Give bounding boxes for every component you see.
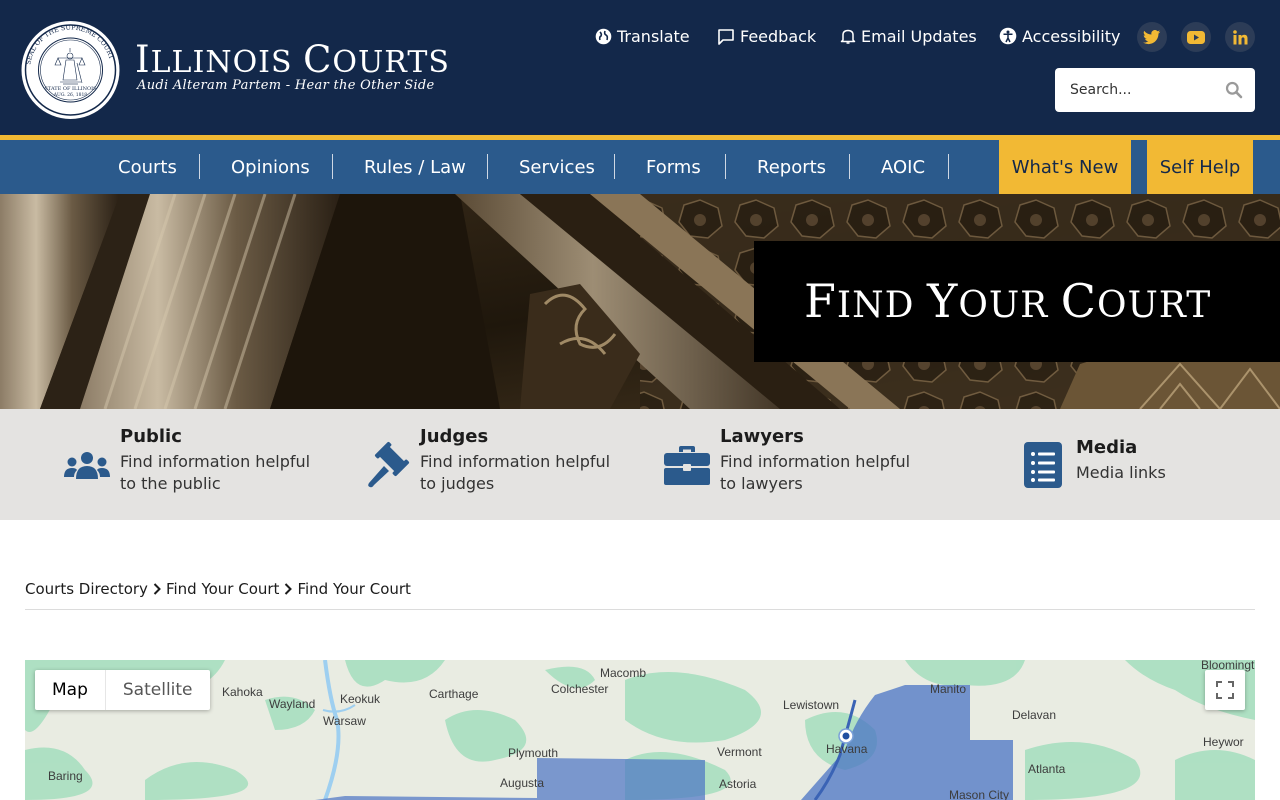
supreme-court-seal-logo[interactable]: SEAL OF THE SUPREME COURT STATE OF ILLIN… bbox=[20, 18, 121, 122]
fullscreen-button[interactable] bbox=[1205, 670, 1245, 710]
nav-courts[interactable]: Courts bbox=[118, 140, 177, 194]
nav-services[interactable]: Services bbox=[519, 140, 595, 194]
translate-label: Translate bbox=[617, 26, 690, 46]
feedback-link[interactable]: Feedback bbox=[717, 25, 816, 47]
map-type-control: Map Satellite bbox=[35, 670, 210, 710]
site-header: SEAL OF THE SUPREME COURT STATE OF ILLIN… bbox=[0, 0, 1280, 135]
audience-title: Judges bbox=[420, 426, 489, 447]
nav-aoic[interactable]: AOIC bbox=[881, 140, 925, 194]
list-icon bbox=[1024, 442, 1062, 488]
map-town-label: Wayland bbox=[269, 697, 316, 711]
satellite-view-button[interactable]: Satellite bbox=[106, 670, 210, 710]
audience-public[interactable]: Public Find information helpful to the p… bbox=[64, 409, 324, 520]
audience-title: Public bbox=[120, 426, 182, 447]
nav-divider bbox=[948, 154, 949, 179]
twitter-icon bbox=[1143, 29, 1161, 44]
map-town-label: Augusta bbox=[500, 776, 545, 790]
chevron-right-icon bbox=[153, 583, 161, 595]
audience-description: Media links bbox=[1076, 463, 1166, 482]
map-town-label: Kahoka bbox=[222, 685, 263, 699]
map-town-label: Astoria bbox=[719, 777, 757, 791]
site-search bbox=[1055, 68, 1255, 112]
map-town-label: Atlanta bbox=[1028, 762, 1066, 776]
map-town-label: Keokuk bbox=[340, 692, 381, 706]
email-updates-link[interactable]: Email Updates bbox=[840, 25, 977, 47]
nav-forms[interactable]: Forms bbox=[646, 140, 701, 194]
svg-text:STATE OF ILLINOIS: STATE OF ILLINOIS bbox=[44, 86, 97, 92]
breadcrumb-current: Find Your Court bbox=[297, 580, 411, 598]
site-tagline: Audi Alteram Partem - Hear the Other Sid… bbox=[137, 78, 435, 93]
comment-icon bbox=[718, 28, 734, 45]
nav-opinions[interactable]: Opinions bbox=[231, 140, 310, 194]
audience-description: to the public bbox=[120, 474, 221, 493]
map-town-label: Baring bbox=[48, 769, 83, 783]
fullscreen-icon bbox=[1216, 681, 1234, 699]
linkedin-link[interactable] bbox=[1225, 22, 1255, 52]
page-title: FIND YOUR COURT bbox=[804, 274, 1212, 328]
accessibility-label: Accessibility bbox=[1022, 26, 1121, 46]
bell-icon bbox=[840, 29, 856, 44]
map-view-button[interactable]: Map bbox=[35, 670, 106, 710]
gavel-icon bbox=[368, 441, 410, 488]
audience-title: Lawyers bbox=[720, 426, 804, 447]
audience-title: Media bbox=[1076, 437, 1138, 458]
feedback-label: Feedback bbox=[740, 26, 817, 46]
audience-description: to lawyers bbox=[720, 474, 803, 493]
audience-description: Find information helpful bbox=[720, 452, 911, 471]
audience-judges[interactable]: Judges Find information helpful to judge… bbox=[364, 409, 624, 520]
map-town-label: Vermont bbox=[717, 745, 762, 759]
search-icon[interactable] bbox=[1225, 81, 1243, 99]
map-town-label: Manito bbox=[930, 682, 967, 696]
nav-divider bbox=[725, 154, 726, 179]
nav-divider bbox=[332, 154, 333, 179]
linkedin-icon bbox=[1232, 29, 1247, 44]
nav-divider bbox=[487, 154, 488, 179]
translate-link[interactable]: Translate bbox=[595, 25, 690, 47]
nav-divider bbox=[849, 154, 850, 179]
map-town-label: Delavan bbox=[1012, 708, 1057, 722]
breadcrumb-courts-directory[interactable]: Courts Directory bbox=[25, 580, 148, 598]
nav-reports[interactable]: Reports bbox=[757, 140, 826, 194]
hero-banner: FIND YOUR COURT bbox=[0, 194, 1280, 409]
youtube-link[interactable] bbox=[1181, 22, 1211, 52]
map-town-label: Colchester bbox=[551, 682, 609, 696]
audience-description: to judges bbox=[420, 474, 495, 493]
self-help-button[interactable]: Self Help bbox=[1147, 140, 1253, 194]
map-town-label: Mason City bbox=[949, 788, 1010, 800]
page-title-box: FIND YOUR COURT bbox=[754, 241, 1280, 362]
map-town-label: Warsaw bbox=[323, 714, 366, 728]
people-icon bbox=[64, 452, 110, 479]
audience-media[interactable]: Media Media links bbox=[1024, 409, 1224, 520]
globe-icon bbox=[595, 28, 612, 44]
breadcrumb: Courts Directory Find Your Court Find Yo… bbox=[25, 578, 411, 600]
audience-lawyers[interactable]: Lawyers Find information helpful to lawy… bbox=[664, 409, 924, 520]
map-town-label: Lewistown bbox=[783, 698, 840, 712]
youtube-icon bbox=[1187, 30, 1205, 44]
divider bbox=[25, 609, 1255, 610]
accessibility-link[interactable]: Accessibility bbox=[999, 25, 1120, 47]
court-map[interactable]: Macomb Bloomingt Kahoka Colchester Manit… bbox=[25, 660, 1255, 800]
map-town-label: Plymouth bbox=[508, 746, 559, 760]
audience-description: Find information helpful bbox=[120, 452, 311, 471]
site-title[interactable]: ILLINOIS COURTS bbox=[135, 38, 450, 81]
nav-divider bbox=[199, 154, 200, 179]
map-town-label: Carthage bbox=[429, 687, 479, 701]
whats-new-button[interactable]: What's New bbox=[999, 140, 1131, 194]
main-nav: Courts Opinions Rules / Law Services For… bbox=[0, 140, 1280, 194]
map-town-label: Havana bbox=[826, 742, 868, 756]
twitter-link[interactable] bbox=[1137, 22, 1167, 52]
map-town-label: Macomb bbox=[600, 666, 647, 680]
nav-divider bbox=[614, 154, 615, 179]
email-updates-label: Email Updates bbox=[861, 26, 977, 46]
audience-description: Find information helpful bbox=[420, 452, 611, 471]
nav-rules-law[interactable]: Rules / Law bbox=[364, 140, 466, 194]
briefcase-icon bbox=[664, 446, 710, 485]
breadcrumb-find-your-court[interactable]: Find Your Court bbox=[166, 580, 280, 598]
audience-links: Public Find information helpful to the p… bbox=[0, 409, 1280, 520]
map-town-label: Heywor bbox=[1203, 735, 1244, 749]
chevron-right-icon bbox=[285, 583, 293, 595]
search-input[interactable] bbox=[1070, 82, 1230, 98]
accessibility-icon bbox=[999, 27, 1017, 45]
svg-text:AUG. 26, 1818: AUG. 26, 1818 bbox=[53, 92, 88, 98]
